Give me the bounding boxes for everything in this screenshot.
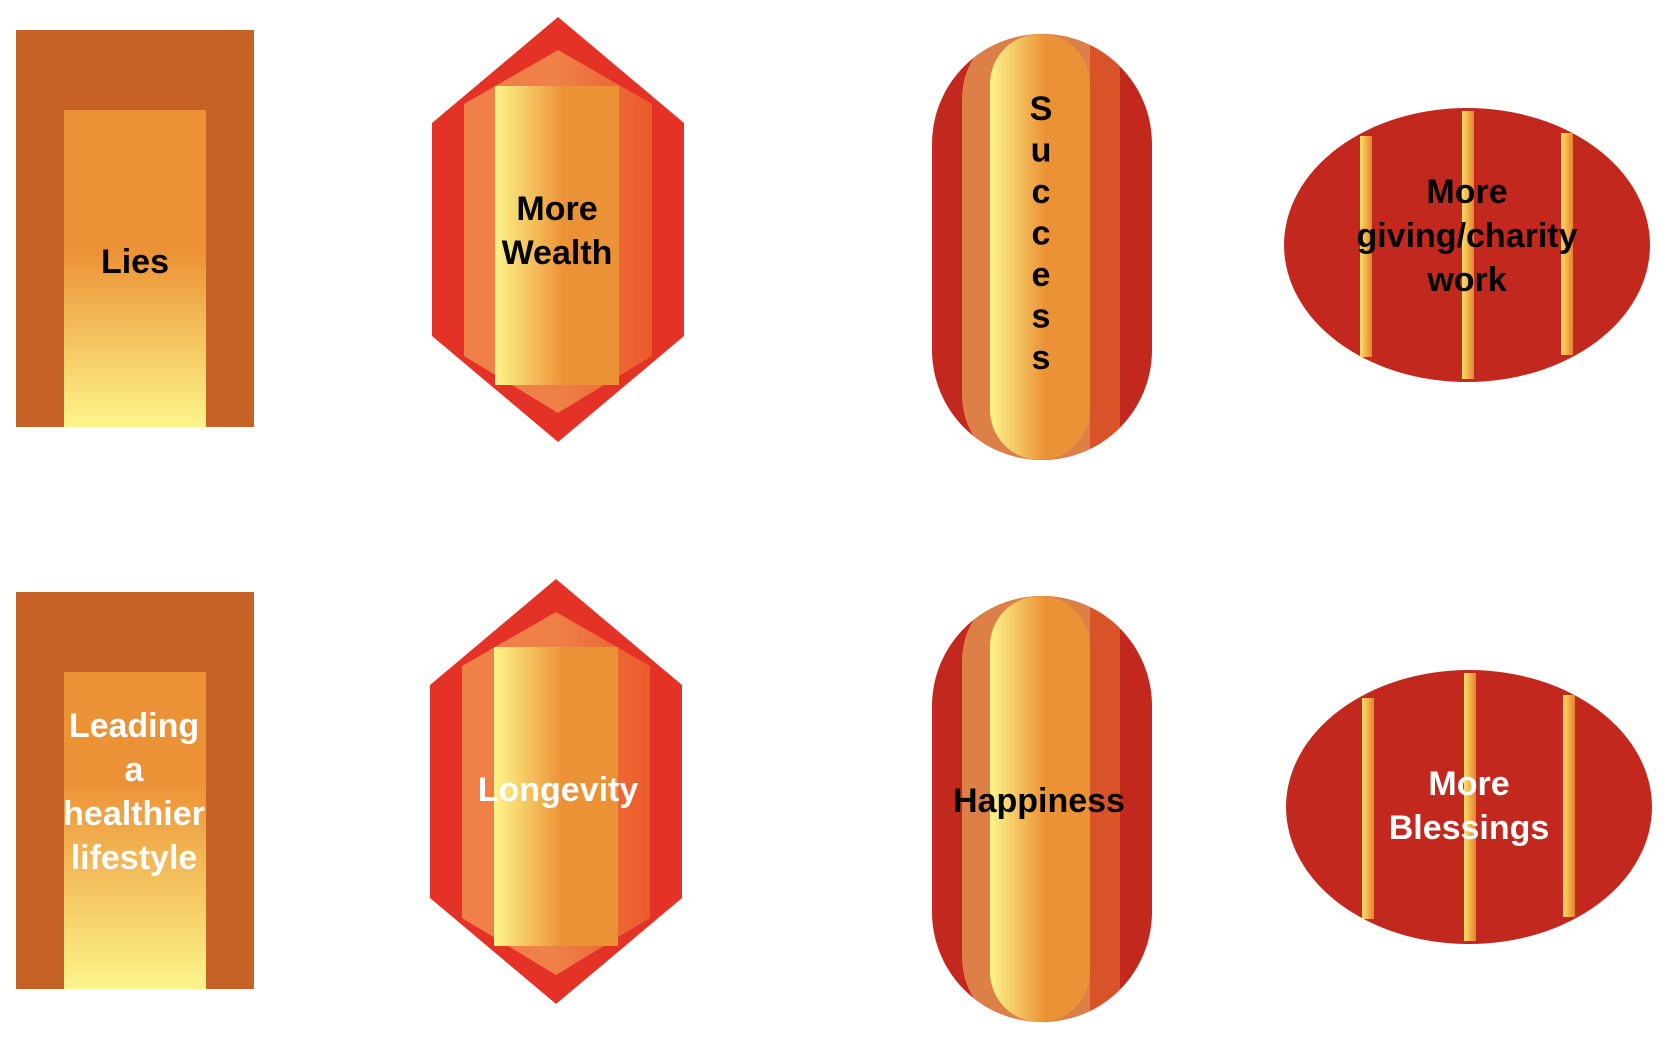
ellipse-stripe-left xyxy=(1362,698,1374,919)
ellipse-stripe-right xyxy=(1563,695,1575,917)
shape-label-line: Blessings xyxy=(1389,809,1550,847)
ellipse-stripe-center xyxy=(1464,673,1476,941)
shape-label-line: More xyxy=(516,190,597,228)
shape-label-line: a xyxy=(125,751,145,789)
shape-label-line: u xyxy=(1031,132,1052,170)
shape-label-line: Longevity xyxy=(478,771,639,809)
longevity-shape: Longevity xyxy=(430,579,682,1004)
shape-label-line: e xyxy=(1032,256,1051,294)
diagram-canvas: Lies More Wealth Success More giving/chari… xyxy=(16,17,1652,1022)
shape-label-line: Wealth xyxy=(502,234,613,272)
shape-label-line: More xyxy=(1426,173,1507,211)
pill-band-right xyxy=(1090,34,1120,460)
shape-label-line: giving/charity xyxy=(1356,217,1577,255)
shape-label-line: More xyxy=(1428,765,1509,803)
shape-label: Success xyxy=(1030,90,1053,377)
shape-label-line: Lies xyxy=(101,243,169,281)
lies-shape: Lies xyxy=(16,30,254,427)
shape-label-line: healthier xyxy=(63,795,205,833)
happiness-shape: Happiness xyxy=(932,596,1152,1022)
healthier-lifestyle-shape: Leading a healthier lifestyle xyxy=(16,592,254,989)
shape-label-line: s xyxy=(1032,298,1051,336)
more-giving-shape: More giving/charity work xyxy=(1284,108,1650,382)
shape-label-line: lifestyle xyxy=(71,839,198,877)
shape-label: Longevity xyxy=(478,771,639,809)
shape-label-line: c xyxy=(1032,173,1051,211)
success-shape: Success xyxy=(932,34,1152,460)
shape-label-line: S xyxy=(1030,90,1053,128)
shape-label-line: Happiness xyxy=(953,782,1125,820)
shape-label-line: Leading xyxy=(69,707,199,745)
shape-label: Happiness xyxy=(953,782,1125,820)
shape-label-line: s xyxy=(1032,339,1051,377)
shape-label: Lies xyxy=(101,243,169,281)
shape-label-line: work xyxy=(1426,261,1506,299)
more-blessings-shape: More Blessings xyxy=(1286,670,1652,944)
more-wealth-shape: More Wealth xyxy=(432,17,684,442)
shape-label-line: c xyxy=(1032,215,1051,253)
